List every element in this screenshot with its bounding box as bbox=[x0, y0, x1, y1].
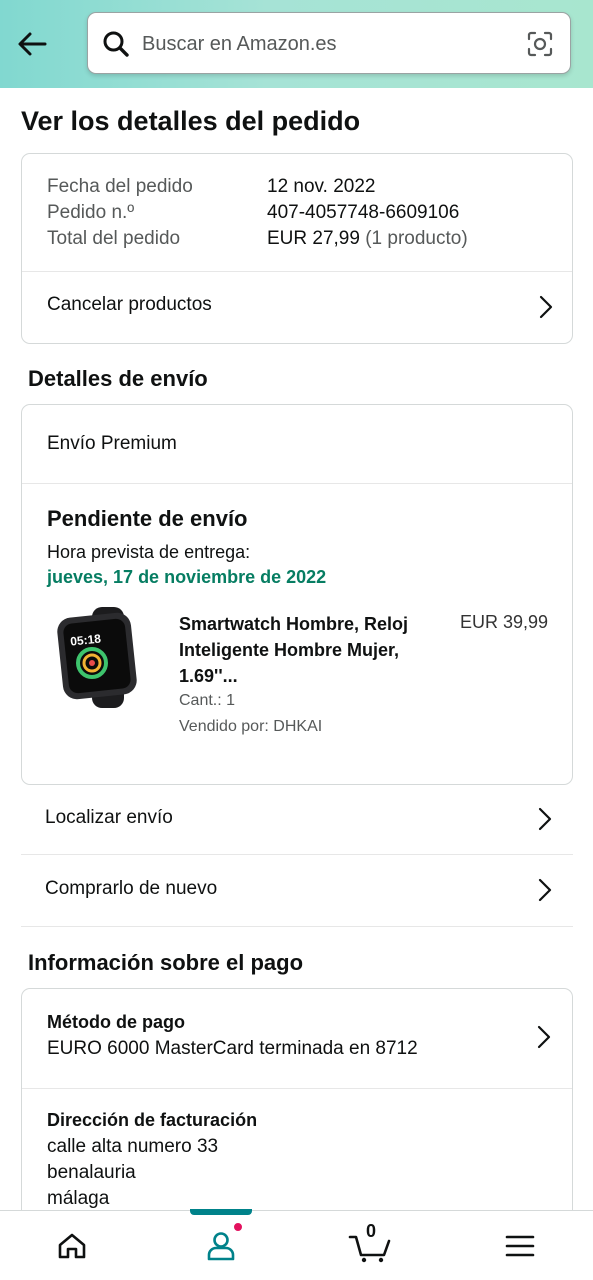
page-title: Ver los detalles del pedido bbox=[21, 106, 361, 136]
payment-method-value: EURO 6000 MasterCard terminada en 8712 bbox=[47, 1038, 418, 1059]
notification-badge bbox=[232, 1221, 244, 1233]
buy-again-label: Comprarlo de nuevo bbox=[45, 878, 218, 899]
payment-method-title: Método de pago bbox=[47, 1012, 185, 1032]
chevron-right-icon bbox=[538, 878, 552, 902]
order-total-amount: EUR 27,99 bbox=[267, 228, 360, 249]
payment-section-title: Información sobre el pago bbox=[28, 950, 304, 975]
buy-again-row[interactable]: Comprarlo de nuevo bbox=[21, 856, 573, 927]
order-date-value: 12 nov. 2022 bbox=[267, 176, 376, 197]
order-total-count: (1 producto) bbox=[365, 228, 468, 249]
cart-count: 0 bbox=[366, 1221, 377, 1241]
camera-icon[interactable] bbox=[526, 30, 554, 58]
top-bar bbox=[0, 0, 593, 88]
home-icon bbox=[58, 1233, 86, 1259]
product-seller: Vendido por: DHKAI bbox=[179, 718, 323, 735]
bottom-navigation: 0 bbox=[0, 1209, 593, 1280]
search-bar[interactable] bbox=[87, 12, 571, 74]
account-icon bbox=[207, 1232, 235, 1261]
chevron-right-icon bbox=[537, 1025, 551, 1049]
track-shipment-label: Localizar envío bbox=[45, 807, 173, 828]
divider bbox=[22, 1088, 572, 1089]
track-shipment-row[interactable]: Localizar envío bbox=[21, 785, 573, 855]
shipping-section-title: Detalles de envío bbox=[28, 366, 208, 391]
back-button[interactable] bbox=[14, 26, 50, 62]
product-price: EUR 39,99 bbox=[459, 612, 548, 632]
search-input[interactable] bbox=[142, 25, 512, 63]
billing-address-line1: calle alta numero 33 bbox=[47, 1136, 219, 1157]
payment-card: Método de pago EURO 6000 MasterCard term… bbox=[21, 988, 573, 1228]
nav-home[interactable] bbox=[22, 1211, 122, 1280]
search-icon[interactable] bbox=[102, 30, 130, 58]
billing-address-line3: málaga bbox=[47, 1188, 110, 1209]
nav-account[interactable] bbox=[171, 1211, 271, 1280]
order-date-label: Fecha del pedido bbox=[47, 176, 193, 197]
order-total-label: Total del pedido bbox=[47, 228, 181, 249]
order-number-label: Pedido n.º bbox=[47, 202, 135, 223]
nav-menu[interactable] bbox=[470, 1211, 570, 1280]
order-number-value: 407-4057748-6609106 bbox=[267, 202, 460, 223]
order-summary-card: Fecha del pedido 12 nov. 2022 Pedido n.º… bbox=[21, 153, 573, 344]
back-arrow-icon bbox=[18, 32, 47, 56]
cancel-products-row[interactable]: Cancelar productos bbox=[22, 272, 572, 344]
product-quantity: Cant.: 1 bbox=[179, 692, 236, 709]
menu-icon bbox=[505, 1235, 535, 1257]
eta-date: jueves, 17 de noviembre de 2022 bbox=[47, 567, 327, 587]
billing-address-title: Dirección de facturación bbox=[47, 1110, 258, 1130]
billing-address-line2: benalauria bbox=[47, 1162, 136, 1183]
shipping-card: Envío Premium Pendiente de envío Hora pr… bbox=[21, 404, 573, 785]
divider bbox=[22, 483, 572, 484]
payment-method-row[interactable]: Método de pago EURO 6000 MasterCard term… bbox=[22, 989, 572, 1088]
chevron-right-icon bbox=[539, 295, 553, 319]
shipping-status: Pendiente de envío bbox=[47, 506, 248, 531]
order-total-value: EUR 27,99 (1 producto) bbox=[267, 228, 468, 250]
eta-label: Hora prevista de entrega: bbox=[47, 542, 251, 562]
product-name-link[interactable]: Smartwatch Hombre, Reloj Inteligente Hom… bbox=[179, 611, 429, 689]
smartwatch-product-image[interactable]: 05:18 bbox=[52, 605, 152, 710]
chevron-right-icon bbox=[538, 807, 552, 831]
shipping-type: Envío Premium bbox=[47, 433, 177, 454]
cancel-products-label: Cancelar productos bbox=[47, 294, 212, 315]
